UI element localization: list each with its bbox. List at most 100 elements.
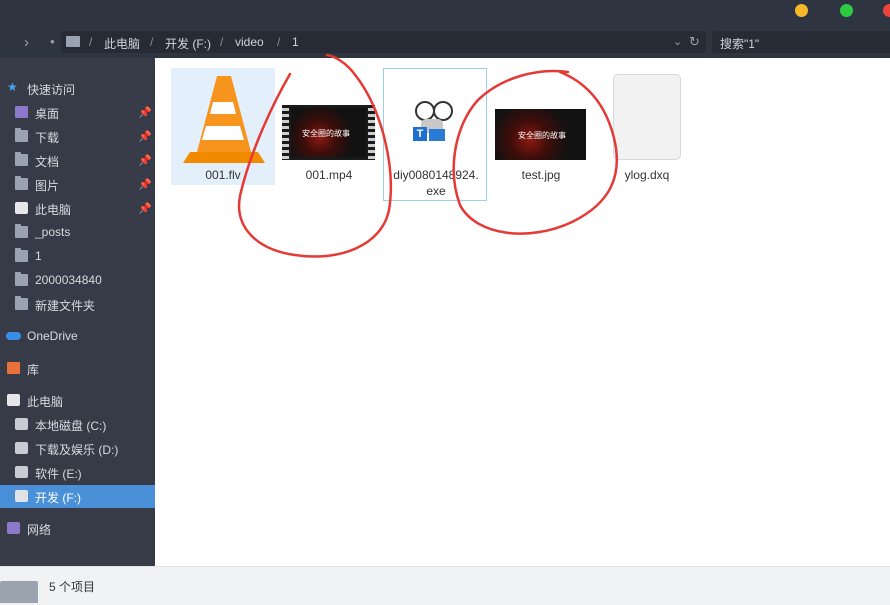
- back-arrow-icon[interactable]: ‹: [0, 34, 1, 51]
- download-folder-icon: [15, 128, 28, 142]
- sidebar-item-label: OneDrive: [27, 329, 78, 343]
- video-thumbnail: 安全圈的故事: [282, 105, 375, 160]
- sidebar-item-label: 网络: [27, 523, 52, 537]
- sidebar-item-label: 本地磁盘 (C:): [35, 419, 107, 433]
- status-bar: 5 个项目: [0, 566, 890, 605]
- sidebar-item-1[interactable]: 1: [0, 245, 155, 268]
- film-strip-left: [282, 105, 289, 160]
- address-toolbar: ‹ › ● / 此电脑 / 开发 (F:) / video / 1 ⌄ ↻ 搜索…: [0, 28, 890, 58]
- sidebar-item-label: 下载: [35, 131, 60, 145]
- folder-icon: [0, 581, 38, 603]
- sidebar-item-label: 快速访问: [27, 83, 76, 97]
- sidebar-item-label: 库: [27, 363, 40, 377]
- file-name: ylog.dxq: [624, 168, 670, 182]
- file-name-line-1: diy0080148924.: [393, 168, 479, 182]
- sidebar-item-label: 新建文件夹: [35, 299, 96, 313]
- video-caption: 安全圈的故事: [302, 129, 350, 138]
- sidebar-item-documents[interactable]: 文档 📌: [0, 149, 155, 172]
- sidebar-item-label: 1: [35, 249, 42, 263]
- image-thumbnail: 安全圈的故事: [495, 109, 586, 160]
- breadcrumb-item[interactable]: 此电脑: [104, 35, 140, 52]
- sidebar-item-network[interactable]: 网络: [0, 517, 155, 540]
- folder-icon: [15, 296, 28, 310]
- sidebar-item-downloads[interactable]: 下载 📌: [0, 125, 155, 148]
- sidebar-item-onedrive[interactable]: OneDrive: [0, 325, 155, 348]
- breadcrumb-separator: /: [277, 35, 281, 49]
- breadcrumb-separator: /: [220, 35, 224, 49]
- computer-icon: [15, 202, 28, 214]
- blank-file-icon: [613, 74, 681, 160]
- mascot-eye-right: [433, 101, 453, 121]
- close-button[interactable]: [883, 4, 890, 17]
- sidebar-item-drive-c[interactable]: 本地磁盘 (C:): [0, 413, 155, 436]
- library-icon: [7, 362, 20, 374]
- mascot-eye-left: [415, 101, 435, 121]
- video-frame: 安全圈的故事: [291, 108, 366, 157]
- file-name: 001.flv: [205, 168, 241, 182]
- sidebar-item-label: 文档: [35, 155, 60, 169]
- file-list-pane: 001.flv 安全圈的故事 001.mp4 T diy0080148924. …: [155, 58, 890, 566]
- file-name: test.jpg: [521, 168, 561, 182]
- breadcrumb-item[interactable]: video: [235, 35, 264, 49]
- cloud-icon: [6, 332, 21, 340]
- sidebar-item-label: 开发 (F:): [35, 491, 81, 505]
- file-item[interactable]: 001.flv: [171, 68, 275, 185]
- breadcrumb-separator: /: [89, 35, 93, 49]
- folder-icon: [15, 248, 28, 262]
- pin-icon: 📌: [138, 155, 152, 167]
- search-input[interactable]: 搜索"1": [712, 31, 890, 53]
- sidebar-item-drive-d[interactable]: 下载及娱乐 (D:): [0, 437, 155, 460]
- drive-icon: [15, 466, 28, 478]
- breadcrumb-item[interactable]: 1: [292, 35, 299, 49]
- sidebar-item-label: 2000034840: [35, 273, 102, 287]
- file-name-line-2: exe: [426, 184, 446, 198]
- sidebar-item-quick-access[interactable]: ★ 快速访问: [0, 77, 155, 100]
- breadcrumb-item[interactable]: 开发 (F:): [165, 35, 211, 52]
- navigation-pane: ★ 快速访问 桌面 📌 下载 📌 文档 📌 图片 📌 此电脑 📌 _posts …: [0, 58, 155, 566]
- sidebar-item-drive-e[interactable]: 软件 (E:): [0, 461, 155, 484]
- file-item[interactable]: T diy0080148924. exe: [383, 68, 487, 201]
- drive-icon: [15, 418, 28, 430]
- address-input[interactable]: / 此电脑 / 开发 (F:) / video / 1 ⌄ ↻: [61, 31, 706, 53]
- sidebar-item-pictures[interactable]: 图片 📌: [0, 173, 155, 196]
- sidebar-item-label: 此电脑: [35, 203, 72, 217]
- minimize-button[interactable]: [795, 4, 808, 17]
- sidebar-item-new-folder[interactable]: 新建文件夹: [0, 293, 155, 316]
- sidebar-item-drive-f[interactable]: 开发 (F:): [0, 485, 155, 508]
- badge-box: [429, 129, 445, 141]
- recent-locations-icon[interactable]: ●: [50, 37, 55, 46]
- drive-icon: [15, 442, 28, 454]
- sidebar-item-desktop[interactable]: 桌面 📌: [0, 101, 155, 124]
- sidebar-item-2000034840[interactable]: 2000034840: [0, 269, 155, 292]
- breadcrumb-separator: /: [150, 35, 154, 49]
- chevron-down-icon[interactable]: ⌄: [673, 35, 682, 48]
- item-count: 5 个项目: [49, 580, 96, 594]
- folder-icon: [15, 272, 28, 286]
- sidebar-item-label: 此电脑: [27, 395, 64, 409]
- folder-icon: [15, 224, 28, 238]
- pin-icon: 📌: [138, 107, 152, 119]
- exe-icon: T: [413, 93, 459, 143]
- refresh-icon[interactable]: ↻: [689, 34, 700, 50]
- computer-icon: [7, 394, 20, 406]
- desktop-folder-icon: [15, 106, 28, 118]
- film-strip-right: [368, 105, 375, 160]
- sidebar-item-library[interactable]: 库: [0, 357, 155, 380]
- maximize-button[interactable]: [840, 4, 853, 17]
- star-icon: ★: [7, 80, 18, 94]
- drive-icon: [15, 490, 28, 502]
- sidebar-item-this-pc-pinned[interactable]: 此电脑 📌: [0, 197, 155, 220]
- pin-icon: 📌: [138, 179, 152, 191]
- documents-folder-icon: [15, 152, 28, 166]
- image-caption: 安全圈的故事: [518, 131, 566, 140]
- forward-arrow-icon[interactable]: ›: [24, 34, 29, 51]
- sidebar-item-label: _posts: [35, 225, 71, 239]
- title-bar: [0, 0, 890, 28]
- pin-icon: 📌: [138, 131, 152, 143]
- search-placeholder: 搜索"1": [720, 37, 760, 51]
- pin-icon: 📌: [138, 203, 152, 215]
- sidebar-item-label: 桌面: [35, 107, 60, 121]
- sidebar-item-label: 软件 (E:): [35, 467, 82, 481]
- sidebar-item-posts[interactable]: _posts: [0, 221, 155, 244]
- sidebar-item-this-pc[interactable]: 此电脑: [0, 389, 155, 412]
